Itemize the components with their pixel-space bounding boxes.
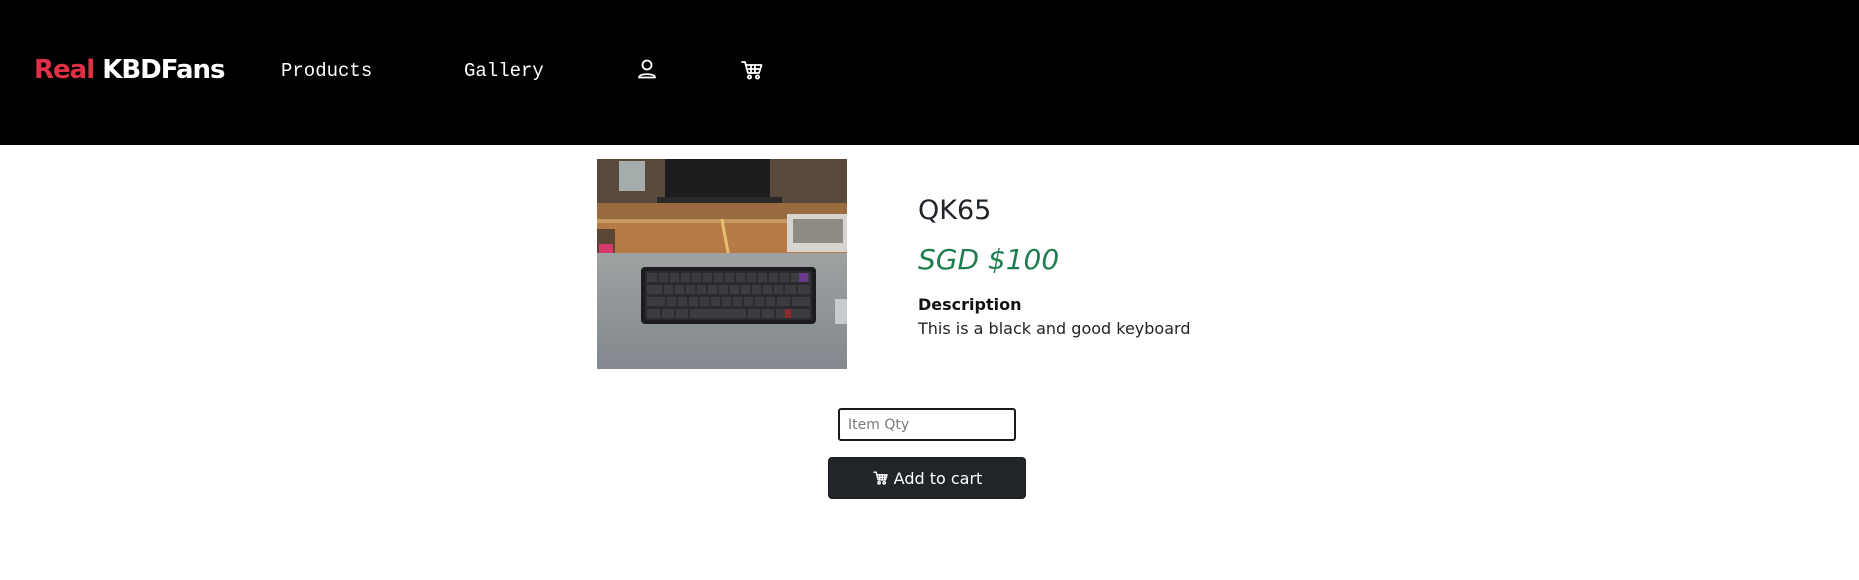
item-qty-input[interactable] (838, 408, 1016, 441)
description-label: Description (918, 295, 1022, 314)
description-text: This is a black and good keyboard (918, 319, 1191, 338)
brand-kbdfans: KBDFans (102, 55, 225, 85)
cart-icon (872, 469, 890, 487)
cart-icon[interactable] (738, 56, 766, 84)
brand-real: Real (34, 55, 95, 85)
keyboard-photo (597, 159, 847, 369)
product-image (597, 159, 847, 369)
nav-link-gallery[interactable]: Gallery (464, 58, 544, 84)
brand-logo[interactable]: Real KBDFans (34, 50, 226, 90)
product-price: SGD $100 (918, 243, 1060, 276)
add-to-cart-label: Add to cart (893, 468, 983, 488)
add-to-cart-button[interactable]: Add to cart (828, 457, 1026, 499)
nav-link-products[interactable]: Products (281, 58, 372, 84)
product-title: QK65 (918, 195, 992, 226)
user-icon[interactable] (633, 56, 661, 84)
navbar: Real KBDFans Products Gallery (0, 0, 1859, 145)
